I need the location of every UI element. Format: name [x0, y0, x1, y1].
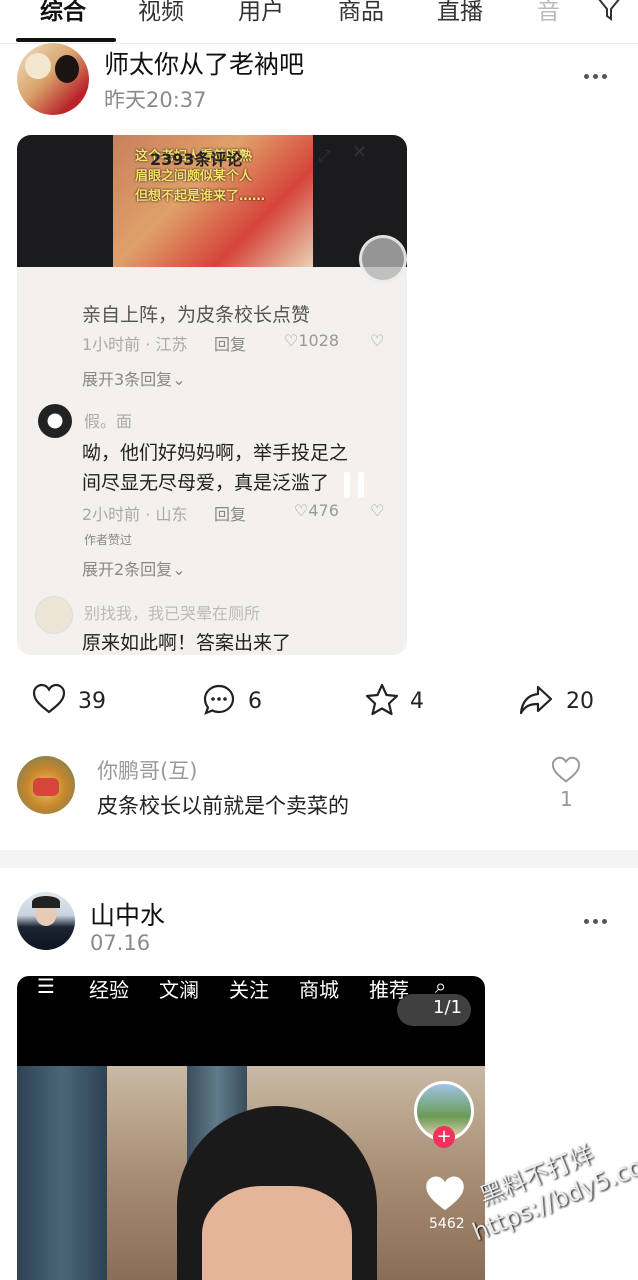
avatar[interactable]: [17, 756, 75, 814]
comment-like-count: 476: [308, 501, 339, 520]
comment-text: 原来如此啊！答案出来了: [82, 632, 292, 654]
expand-icon[interactable]: ⤢: [318, 146, 331, 166]
comment-like[interactable]: ♡476: [294, 501, 339, 520]
video-caption: 但想不起是谁来了……: [135, 189, 266, 204]
commenter-name[interactable]: 假。面: [84, 408, 132, 432]
share-icon: [519, 685, 553, 715]
comment-meta: 1小时前 · 江苏: [82, 335, 188, 354]
commenter-avatar[interactable]: [35, 596, 73, 634]
menu-icon: ☰: [37, 976, 55, 998]
comment-text: 皮条校长以前就是个卖菜的: [97, 794, 349, 818]
search-tab-bar: 综合 视频 用户 商品 直播 音: [0, 0, 638, 44]
video-nav-item: 经验: [89, 978, 129, 1002]
avatar[interactable]: [17, 892, 75, 950]
page-indicator: 1/1: [397, 994, 471, 1026]
reply-button[interactable]: 回复: [214, 331, 246, 355]
comment-like-count: 1: [560, 787, 573, 811]
commenter-name[interactable]: 你鹏哥(互): [97, 755, 197, 785]
comment-icon: [203, 684, 235, 715]
post-divider: [0, 850, 638, 868]
author-liked-label: 作者赞过: [84, 533, 133, 547]
share-count: 20: [566, 689, 594, 714]
video-nav-item: 商城: [299, 978, 339, 1002]
commenter-avatar[interactable]: [38, 404, 72, 438]
like-button[interactable]: 39: [32, 683, 122, 723]
reply-button[interactable]: 回复: [214, 501, 246, 525]
avatar[interactable]: [17, 43, 89, 115]
video-like-count: 5462: [429, 1216, 465, 1232]
more-options-icon[interactable]: [584, 919, 610, 927]
share-button[interactable]: 20: [518, 683, 608, 723]
post-author-name[interactable]: 师太你从了老衲吧: [104, 45, 304, 81]
comment-like[interactable]: ♡1028: [284, 331, 339, 350]
comment-text: 呦，他们好妈妈啊，举手投足之: [82, 442, 349, 464]
expand-replies[interactable]: 展开3条回复⌄: [82, 366, 186, 390]
tab-music[interactable]: 音: [537, 0, 560, 26]
pause-icon[interactable]: [344, 472, 368, 498]
comment-like-count: 1028: [298, 331, 340, 350]
tab-live[interactable]: 直播: [437, 0, 483, 26]
dislike-icon[interactable]: ♡: [370, 331, 384, 350]
heart-icon: [32, 683, 66, 714]
post-author-name[interactable]: 山中水: [90, 896, 165, 932]
video-nav-item: 关注: [229, 978, 269, 1002]
tab-comprehensive[interactable]: 综合: [40, 0, 86, 26]
active-tab-indicator: [16, 38, 116, 42]
post-time: 07.16: [90, 931, 151, 955]
tab-users[interactable]: 用户: [238, 0, 284, 26]
filter-icon[interactable]: [594, 0, 624, 24]
comment-meta: 2小时前 · 山东: [82, 505, 188, 524]
comment-text: 亲自上阵，为皮条校长点赞: [82, 304, 311, 326]
post-video-thumbnail[interactable]: ☰ 经验 文澜 关注 商城 推荐 ⌕ 1/1 + 5462: [17, 976, 485, 1280]
dislike-icon[interactable]: ♡: [370, 501, 384, 520]
heart-icon[interactable]: [551, 756, 581, 784]
post-time: 昨天20:37: [104, 88, 207, 112]
like-count: 39: [78, 689, 106, 714]
close-icon[interactable]: ✕: [352, 142, 367, 163]
comment-count: 6: [248, 689, 262, 714]
floating-circle-button[interactable]: [359, 235, 407, 283]
comment-count-title: 2393条评论: [150, 150, 243, 169]
commenter-name[interactable]: 别找我，我已哭晕在厕所: [84, 600, 260, 624]
comment-text: 间尽显无尽母爱，真是泛滥了: [82, 472, 330, 494]
expand-replies[interactable]: 展开2条回复⌄: [82, 556, 186, 580]
video-frame: [17, 1066, 485, 1280]
tab-video[interactable]: 视频: [138, 0, 184, 26]
more-options-icon[interactable]: [584, 74, 610, 82]
favorite-button[interactable]: 4: [364, 683, 434, 723]
comment-button[interactable]: 6: [202, 683, 272, 723]
star-icon: [365, 683, 399, 716]
tab-products[interactable]: 商品: [338, 0, 384, 26]
favorite-count: 4: [410, 689, 424, 714]
video-nav-item: 文澜: [159, 978, 199, 1002]
post-video-thumbnail[interactable]: 这个老妇人看着眼熟 眉眼之间颇似某个人 但想不起是谁来了……: [17, 135, 407, 655]
